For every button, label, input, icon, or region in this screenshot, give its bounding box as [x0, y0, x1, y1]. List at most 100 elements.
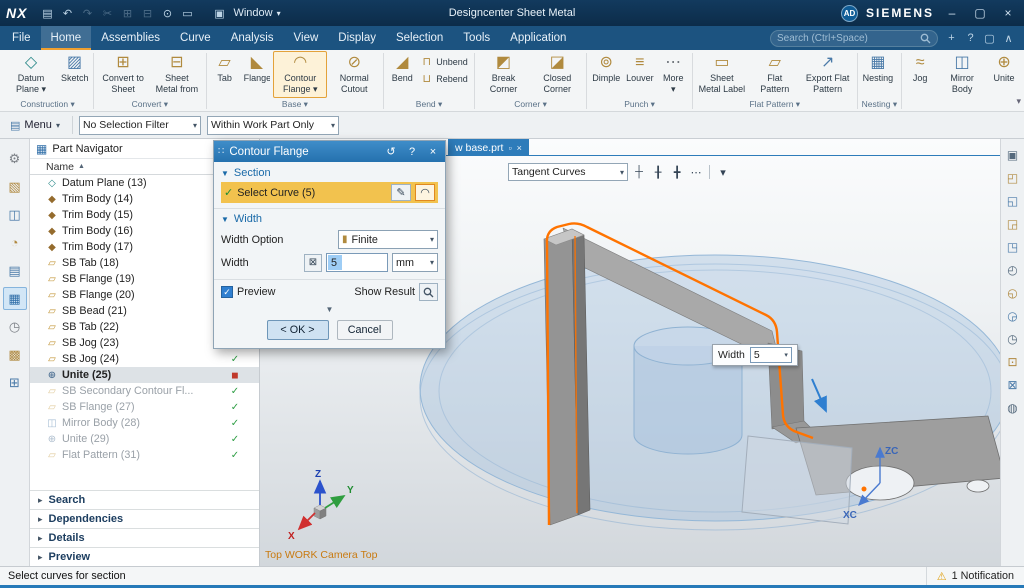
tab-home[interactable]: Home [41, 26, 92, 50]
sheet-metal-label-button[interactable]: ▭Sheet Metal Label [695, 51, 749, 98]
close-button[interactable]: × [998, 6, 1018, 20]
minimize-ribbon-icon[interactable]: ∧ [1001, 32, 1016, 45]
curve-rule-options-icon[interactable]: ╋ [668, 163, 686, 181]
more-options-icon[interactable]: ⋯ [687, 163, 705, 181]
tab-close-icon[interactable]: × [517, 143, 522, 153]
pan-view-icon[interactable]: ◷ [1003, 329, 1022, 348]
assembly-navigator-icon[interactable]: ▧ [3, 175, 27, 198]
dialog-titlebar[interactable]: ∷ Contour Flange ↺ ? × [214, 141, 445, 162]
section-group-header[interactable]: ▼ Section [214, 164, 445, 182]
louver-button[interactable]: ≡Louver [623, 51, 656, 98]
tab-button[interactable]: ▱Tab [209, 51, 241, 98]
tree-item-mirror-body-28[interactable]: ◫Mirror Body (28)✓ [30, 415, 259, 431]
restore-button[interactable]: ▢ [970, 6, 990, 20]
width-onscreen-input[interactable]: 5 ▾ [750, 347, 792, 363]
ribbon-group-label[interactable]: Corner ▾ [477, 99, 584, 111]
bend-button[interactable]: ◢Bend [386, 51, 418, 98]
section-search[interactable]: ▸Search [30, 490, 259, 509]
tree-item-sb-secondary-contour-fl[interactable]: ▱SB Secondary Contour Fl...✓ [30, 383, 259, 399]
flange-button[interactable]: ◣Flange [241, 51, 274, 98]
search-box[interactable] [770, 30, 938, 47]
paste-icon[interactable]: ⊟ [138, 7, 156, 20]
material-icon[interactable]: ◍ [1003, 398, 1022, 417]
shaded-mode-icon[interactable]: ◰ [1003, 168, 1022, 187]
perspective-icon[interactable]: ⊠ [1003, 375, 1022, 394]
ribbon-group-label[interactable]: Nesting ▾ [860, 99, 899, 111]
selection-filter-combo[interactable]: No Selection Filter ▾ [79, 116, 201, 135]
tree-item-unite-29[interactable]: ⊕Unite (29)✓ [30, 431, 259, 447]
wireframe-mode-icon[interactable]: ◱ [1003, 191, 1022, 210]
ribbon-options-icon[interactable]: ▾ [1016, 96, 1021, 107]
selection-scope-combo[interactable]: Within Work Part Only ▾ [207, 116, 339, 135]
stop-at-intersection-icon[interactable]: ┼ [630, 163, 648, 181]
ribbon-group-label[interactable]: Construction ▾ [4, 99, 91, 111]
width-option-combo[interactable]: ▮ Finite ▾ [338, 230, 438, 249]
dialog-expander[interactable]: ▼ [214, 303, 445, 316]
snapshot-icon[interactable]: ◵ [1003, 283, 1022, 302]
cancel-button[interactable]: Cancel [337, 320, 393, 340]
preview-checkbox[interactable]: ✓ [221, 286, 233, 298]
section-details[interactable]: ▸Details [30, 528, 259, 547]
microphone-icon[interactable]: ⊙ [158, 7, 176, 20]
dialog-reset-icon[interactable]: ↺ [383, 145, 399, 158]
tab-assemblies[interactable]: Assemblies [91, 26, 170, 50]
process-navigator-icon[interactable]: ▩ [3, 343, 27, 366]
tree-item-sb-flange-27[interactable]: ▱SB Flange (27)✓ [30, 399, 259, 415]
show-hide-icon[interactable]: ◴ [1003, 260, 1022, 279]
reference-plane[interactable] [742, 436, 852, 524]
follow-fillet-icon[interactable]: ╂ [649, 163, 667, 181]
tab-file[interactable]: File [2, 26, 41, 50]
view-cube-icon[interactable]: ▣ [1003, 145, 1022, 164]
ribbon-group-label[interactable]: Flat Pattern ▾ [695, 99, 855, 111]
jog-button[interactable]: ≈Jog [904, 51, 936, 98]
select-curve-row[interactable]: ✓ Select Curve (5) ✎ ◠ [221, 182, 438, 203]
normal-cutout-button[interactable]: ⊘Normal Cutout [327, 51, 381, 98]
help-icon[interactable]: ? [963, 32, 978, 45]
break-corner-button[interactable]: ◩Break Corner [477, 51, 530, 98]
notification-area[interactable]: ⚠ 1 Notification [926, 567, 1024, 585]
sketch-section-icon[interactable]: ✎ [391, 184, 411, 201]
tab-selection[interactable]: Selection [386, 26, 453, 50]
contour-flange-button[interactable]: ◠Contour Flange ▾ [273, 51, 327, 98]
more-button[interactable]: ⋯More ▾ [657, 51, 690, 98]
dialog-help-icon[interactable]: ? [404, 146, 420, 158]
tab-view[interactable]: View [284, 26, 329, 50]
save-icon[interactable]: ▤ [38, 7, 56, 20]
formula-toggle-icon[interactable]: ⊠ [304, 254, 322, 272]
minimize-button[interactable]: – [942, 6, 962, 20]
rebend-button[interactable]: ⊔Rebend [418, 71, 472, 86]
reuse-library-icon[interactable]: ▤ [3, 259, 27, 282]
tree-item-flat-pattern-31[interactable]: ▱Flat Pattern (31)✓ [30, 447, 259, 463]
ok-button[interactable]: < OK > [267, 320, 329, 340]
convert-to-sheet-metal-button[interactable]: ⊞Convert to Sheet Metal [96, 51, 150, 98]
show-result-button[interactable] [419, 283, 438, 301]
triad-x-axis[interactable] [299, 513, 315, 529]
tab-analysis[interactable]: Analysis [221, 26, 284, 50]
window-menu[interactable]: ▣ Window ▾ [209, 7, 280, 20]
width-group-header[interactable]: ▼ Width [214, 210, 445, 228]
curve-rule-combo[interactable]: Tangent Curves ▾ [508, 163, 628, 181]
tab-application[interactable]: Application [500, 26, 576, 50]
notification-bell-icon[interactable]: ◔ [3, 231, 27, 254]
layer-settings-icon[interactable]: ◳ [1003, 237, 1022, 256]
undo-icon[interactable]: ↶ [58, 7, 76, 20]
section-dependencies[interactable]: ▸Dependencies [30, 509, 259, 528]
minibar-expand-icon[interactable]: ▾ [714, 163, 732, 181]
menu-button[interactable]: ▤ Menu ▾ [6, 117, 66, 134]
dialog-close-icon[interactable]: × [425, 146, 441, 158]
history-icon[interactable]: ◷ [3, 315, 27, 338]
arc-center-point[interactable] [862, 487, 867, 492]
nesting-button[interactable]: ▦Nesting [860, 51, 897, 98]
flat-pattern-button[interactable]: ▱Flat Pattern [749, 51, 801, 98]
ribbon-group-label[interactable]: Bend ▾ [386, 99, 472, 111]
mirror-body-button[interactable]: ◫Mirror Body [936, 51, 988, 98]
command-finder-icon[interactable]: + [944, 32, 959, 45]
ribbon-group-label[interactable]: Base ▾ [209, 99, 382, 111]
section-preview[interactable]: ▸Preview [30, 547, 259, 566]
ribbon-group-label[interactable] [904, 99, 1020, 111]
tab-curve[interactable]: Curve [170, 26, 221, 50]
curve-select-icon[interactable]: ◠ [415, 184, 435, 201]
cut-icon[interactable]: ✂ [98, 7, 116, 20]
plate-hole-small[interactable] [967, 480, 989, 492]
unbend-button[interactable]: ⊓Unbend [418, 54, 472, 69]
